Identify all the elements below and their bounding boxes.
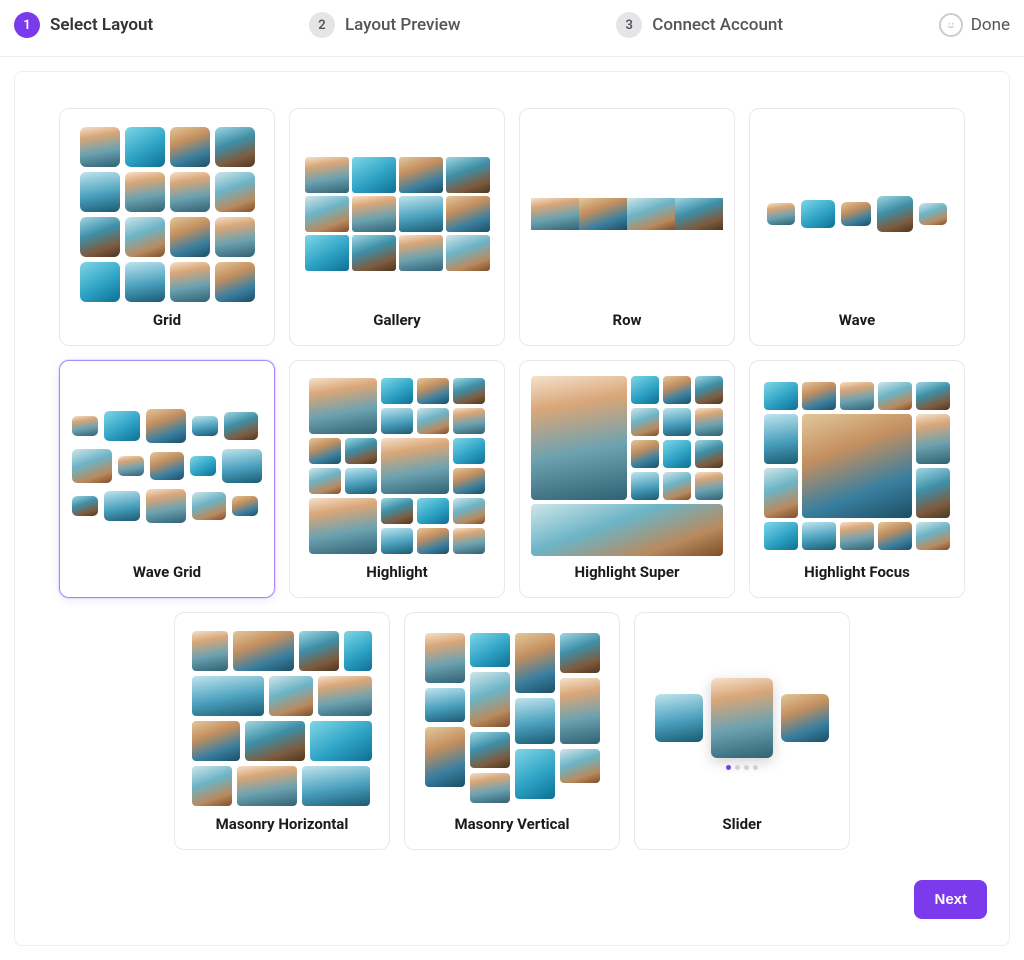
done-label: Done: [971, 15, 1010, 35]
next-button[interactable]: Next: [914, 880, 987, 919]
preview-gallery: [300, 123, 494, 305]
step-number-2: 2: [309, 12, 335, 38]
layout-card-wave-grid[interactable]: Wave Grid: [59, 360, 275, 598]
layout-label-grid: Grid: [153, 311, 181, 329]
layout-card-grid[interactable]: Grid: [59, 108, 275, 346]
preview-grid: [70, 123, 264, 305]
layout-card-masonry-horizontal[interactable]: Masonry Horizontal: [174, 612, 390, 850]
step-label-3: Connect Account: [652, 15, 783, 35]
layout-card-highlight[interactable]: Highlight: [289, 360, 505, 598]
step-label-2: Layout Preview: [345, 15, 461, 35]
step-connect-account[interactable]: 3 Connect Account: [616, 12, 783, 38]
smile-icon: [939, 13, 963, 37]
layout-label-gallery: Gallery: [373, 311, 420, 329]
preview-highlight-super: [530, 375, 724, 557]
layout-label-wave: Wave: [839, 311, 875, 329]
preview-highlight-focus: [760, 375, 954, 557]
layout-label-highlight-super: Highlight Super: [575, 563, 680, 581]
layout-options-grid: Grid Gallery Row: [15, 72, 1009, 870]
layout-label-row: Row: [612, 311, 641, 329]
step-number-3: 3: [616, 12, 642, 38]
layout-card-slider[interactable]: Slider: [634, 612, 850, 850]
preview-wave: [760, 123, 954, 305]
layout-card-wave[interactable]: Wave: [749, 108, 965, 346]
preview-highlight: [300, 375, 494, 557]
preview-masonry-vertical: [415, 627, 609, 809]
step-layout-preview[interactable]: 2 Layout Preview: [309, 12, 461, 38]
layout-label-highlight-focus: Highlight Focus: [804, 563, 910, 581]
preview-slider: [645, 627, 839, 809]
panel-footer: Next: [15, 870, 1009, 935]
layout-label-highlight: Highlight: [366, 563, 428, 581]
step-label-1: Select Layout: [50, 15, 153, 35]
step-select-layout[interactable]: 1 Select Layout: [14, 12, 153, 38]
step-done: Done: [939, 13, 1010, 37]
preview-row: [530, 123, 724, 305]
layout-label-wave-grid: Wave Grid: [133, 563, 201, 581]
layout-card-highlight-focus[interactable]: Highlight Focus: [749, 360, 965, 598]
layout-card-highlight-super[interactable]: Highlight Super: [519, 360, 735, 598]
layout-panel: Grid Gallery Row: [14, 71, 1010, 946]
layout-card-row[interactable]: Row: [519, 108, 735, 346]
layout-card-gallery[interactable]: Gallery: [289, 108, 505, 346]
slider-dots: [726, 765, 758, 770]
preview-wave-grid: [70, 375, 264, 557]
stepper: 1 Select Layout 2 Layout Preview 3 Conne…: [0, 0, 1024, 57]
preview-masonry-horizontal: [185, 627, 379, 809]
layout-card-masonry-vertical[interactable]: Masonry Vertical: [404, 612, 620, 850]
layout-label-masonry-vertical: Masonry Vertical: [455, 815, 570, 833]
step-number-1: 1: [14, 12, 40, 38]
layout-label-masonry-horizontal: Masonry Horizontal: [216, 815, 349, 833]
layout-label-slider: Slider: [722, 815, 761, 833]
